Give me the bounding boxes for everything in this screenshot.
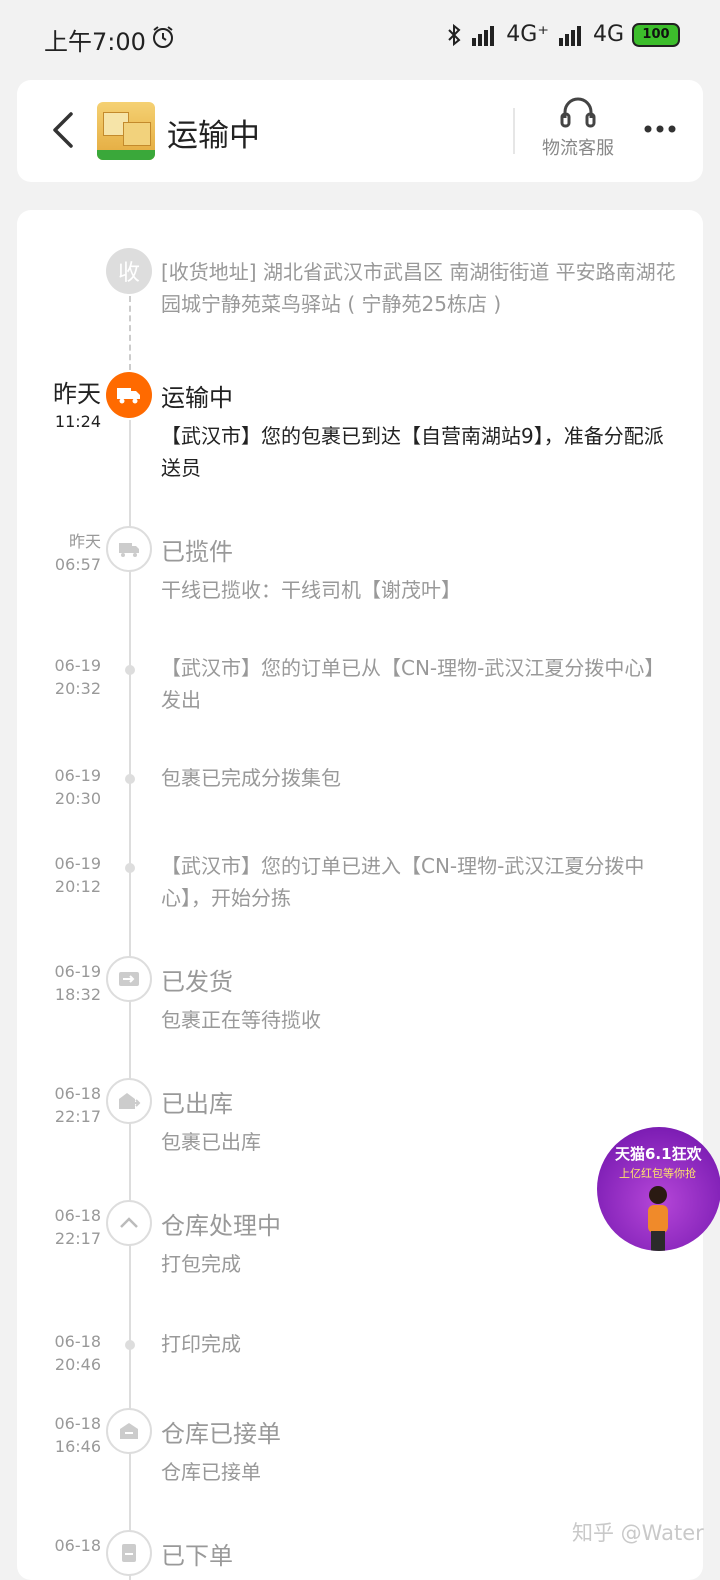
event-datetime: 昨天 11:24 [53,380,101,431]
watermark: 知乎 @Water [572,1521,704,1545]
signal-icon [472,25,495,46]
event-title: 已出库 [161,1090,233,1118]
event-title: 已发货 [161,968,233,996]
promo-float-button[interactable]: 天猫6.1狂欢 上亿红包等你抢 [597,1127,720,1251]
signal-icon-2 [558,25,581,46]
event-datetime: 06-19 20:30 [54,766,102,808]
truck-icon [106,372,152,418]
event-desc: 【武汉市】您的包裹已到达【自营南湖站9】，准备分配派送员 [161,424,664,480]
timeline-dot [125,774,135,784]
status-time: 上午7:00 [44,28,146,56]
timeline-dot [125,665,135,675]
shipped-icon [106,956,152,1002]
event-desc: 打包完成 [161,1252,241,1276]
logistics-timeline: 收 [收货地址] 湖北省武汉市武昌区 南湖街街道 平安路南湖花园城宁静苑菜鸟驿站… [17,210,703,1580]
timeline-dashed-line [129,296,131,370]
event-title: 已揽件 [161,538,233,566]
status-indicators: 4G⁺ 4G 100 [446,22,680,47]
more-icon[interactable] [643,124,677,134]
event-desc: 干线已揽收：干线司机【谢茂叶】 [161,578,461,602]
event-title: 仓库处理中 [161,1212,281,1240]
event-datetime: 昨天 06:57 [54,532,101,574]
battery-icon: 100 [632,22,680,47]
promo-title: 天猫6.1狂欢 [615,1145,702,1163]
store-logo[interactable] [97,102,155,160]
event-desc: 打印完成 [161,1332,241,1356]
event-datetime: 06-18 22:17 [54,1206,102,1248]
event-desc: 【武汉市】您的订单已进入【CN-理物-武汉江夏分拨中心】，开始分拣 [161,854,645,910]
chevron-up-icon[interactable] [106,1200,152,1246]
event-desc: 包裹正在等待揽收 [161,1008,321,1032]
event-desc: 仓库已接单 [161,1460,261,1484]
event-datetime: 06-18 16:46 [54,1414,102,1456]
network-label-1: 4G⁺ [506,22,549,47]
promo-person-illustration [648,1186,668,1251]
event-datetime: 06-19 18:32 [54,962,102,1004]
order-icon [106,1530,152,1576]
event-title: 仓库已接单 [161,1420,281,1448]
event-title: 运输中 [161,384,233,412]
network-label-2: 4G [592,22,624,47]
alarm-icon [153,26,173,48]
warehouse-icon [106,1408,152,1454]
timeline-dot [125,1340,135,1350]
address-text: [收货地址] 湖北省武汉市武昌区 南湖街街道 平安路南湖花园城宁静苑菜鸟驿站 (… [161,260,676,316]
logistics-service-button[interactable]: 物流客服 [533,96,623,160]
event-datetime: 06-18 22:17 [54,1084,102,1126]
promo-subtitle: 上亿红包等你抢 [619,1167,696,1180]
event-desc: 包裹已出库 [161,1130,261,1154]
warehouse-out-icon [106,1078,152,1124]
headset-icon [560,97,596,128]
event-title: 已下单 [161,1542,233,1570]
header-bar: 运输中 物流客服 [17,80,703,182]
header-divider [513,108,515,154]
timeline-dot [125,863,135,873]
event-desc: 包裹已完成分拨集包 [161,766,341,790]
status-bar: 上午7:00 4G⁺ 4G 100 [0,0,720,72]
service-label: 物流客服 [542,138,614,159]
bluetooth-icon [448,23,461,46]
delivery-van-icon [106,526,152,572]
event-datetime: 06-19 20:12 [54,854,102,896]
page-title: 运输中 [167,118,260,154]
event-desc: 【武汉市】您的订单已从【CN-理物-武汉江夏分拨中心】发出 [161,656,665,712]
event-datetime: 06-18 20:46 [54,1332,102,1374]
event-datetime: 06-19 20:32 [54,656,102,698]
receive-icon: 收 [106,248,152,294]
back-arrow-icon[interactable] [47,110,81,150]
event-datetime: 06-18 [54,1536,102,1555]
